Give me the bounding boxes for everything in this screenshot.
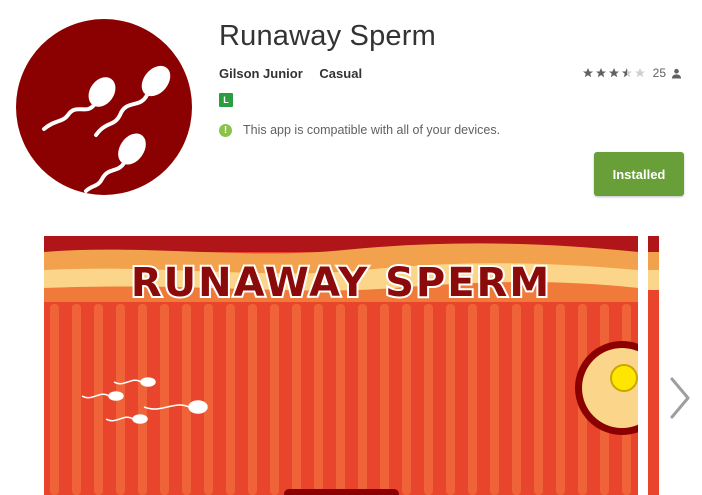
developer-link[interactable]: Gilson Junior (219, 66, 303, 81)
installed-button[interactable]: Installed (594, 152, 684, 196)
star-icon (608, 68, 619, 78)
app-title: Runaway Sperm (219, 20, 436, 52)
screenshot-2[interactable] (648, 236, 659, 495)
screenshot-image (648, 236, 659, 495)
next-screenshot-button[interactable] (666, 375, 694, 421)
app-meta: Gilson Junior Casual (219, 66, 362, 81)
rating-stars (582, 67, 647, 79)
screenshot-banner-text: RUNAWAY SPERM (131, 260, 551, 306)
screenshot-image: RUNAWAY SPERM (44, 236, 638, 495)
star-icon (582, 68, 593, 78)
person-icon (671, 68, 682, 79)
info-icon: ! (219, 123, 232, 137)
chevron-right-icon (670, 377, 690, 419)
category-link[interactable]: Casual (319, 66, 362, 81)
compatibility-text: This app is compatible with all of your … (243, 123, 501, 137)
rating-count: 25 (652, 66, 666, 80)
compatibility-notice: ! This app is compatible with all of you… (219, 123, 500, 137)
app-icon (16, 19, 192, 195)
content-rating-badge: L (219, 93, 233, 107)
star-half-icon (621, 68, 632, 78)
rating: 25 (582, 66, 682, 80)
star-empty-icon (634, 68, 645, 78)
screenshot-1[interactable]: RUNAWAY SPERM (44, 236, 638, 495)
sperm-app-icon (16, 19, 192, 195)
star-icon (595, 68, 606, 78)
